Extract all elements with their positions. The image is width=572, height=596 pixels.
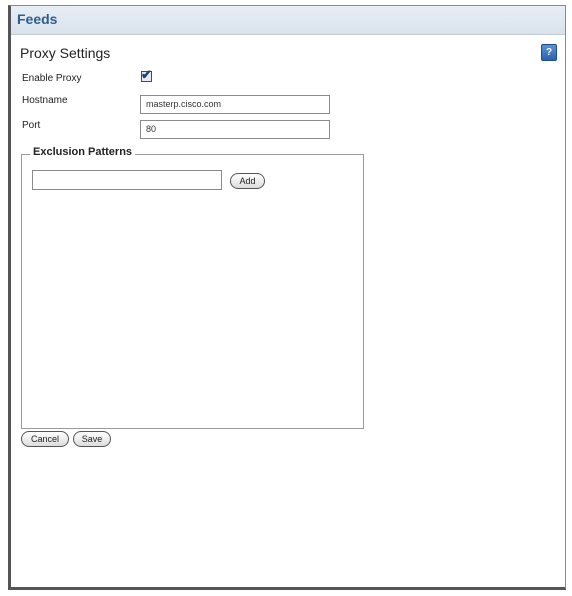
feeds-panel: Feeds Proxy Settings ? Enable Proxy ✔ Ho… [8,5,566,590]
enable-proxy-label: Enable Proxy [22,73,82,84]
panel-header: Feeds [11,6,565,35]
cancel-button[interactable]: Cancel [21,431,69,447]
hostname-label: Hostname [22,95,68,106]
exclusion-pattern-input[interactable] [32,170,222,190]
save-button[interactable]: Save [73,431,111,447]
port-input[interactable]: 80 [140,120,330,139]
exclusion-patterns-group: Exclusion Patterns Add [21,146,364,429]
checkmark-icon: ✔ [141,67,152,82]
exclusion-patterns-legend: Exclusion Patterns [30,146,136,158]
panel-title: Feeds [17,11,58,27]
help-icon[interactable]: ? [541,44,557,61]
port-label: Port [22,120,41,131]
hostname-input[interactable]: masterp.cisco.com [140,95,330,114]
section-title: Proxy Settings [20,45,111,61]
add-button[interactable]: Add [230,173,265,189]
enable-proxy-checkbox[interactable]: ✔ [141,67,152,82]
